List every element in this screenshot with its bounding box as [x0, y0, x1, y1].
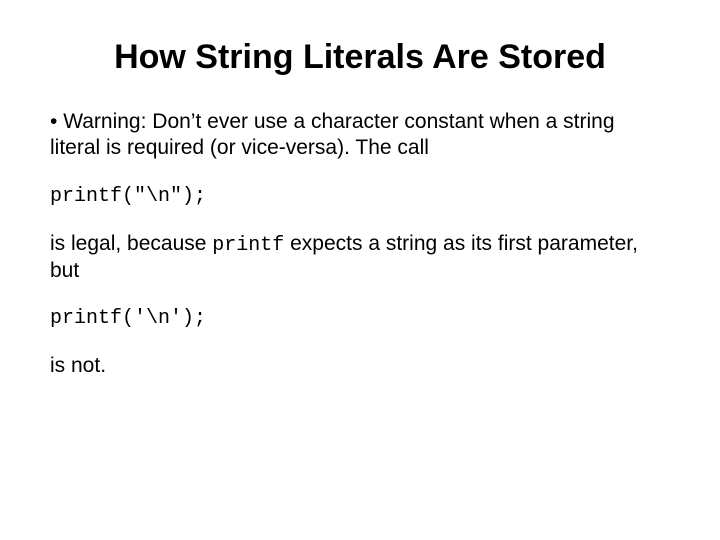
- slide-body: • Warning: Don’t ever use a character co…: [50, 109, 670, 379]
- paragraph-2-text-a: is legal, because: [50, 232, 212, 255]
- slide: How String Literals Are Stored • Warning…: [0, 0, 720, 540]
- code-block-2: printf('\n');: [50, 306, 670, 331]
- paragraph-2: is legal, because printf expects a strin…: [50, 231, 670, 284]
- paragraph-1-text: Warning: Don’t ever use a character cons…: [50, 110, 615, 159]
- slide-title: How String Literals Are Stored: [50, 38, 670, 77]
- paragraph-3: is not.: [50, 353, 670, 379]
- code-block-1: printf("\n");: [50, 184, 670, 209]
- inline-code-printf: printf: [212, 234, 284, 257]
- bullet-paragraph-1: • Warning: Don’t ever use a character co…: [50, 109, 670, 162]
